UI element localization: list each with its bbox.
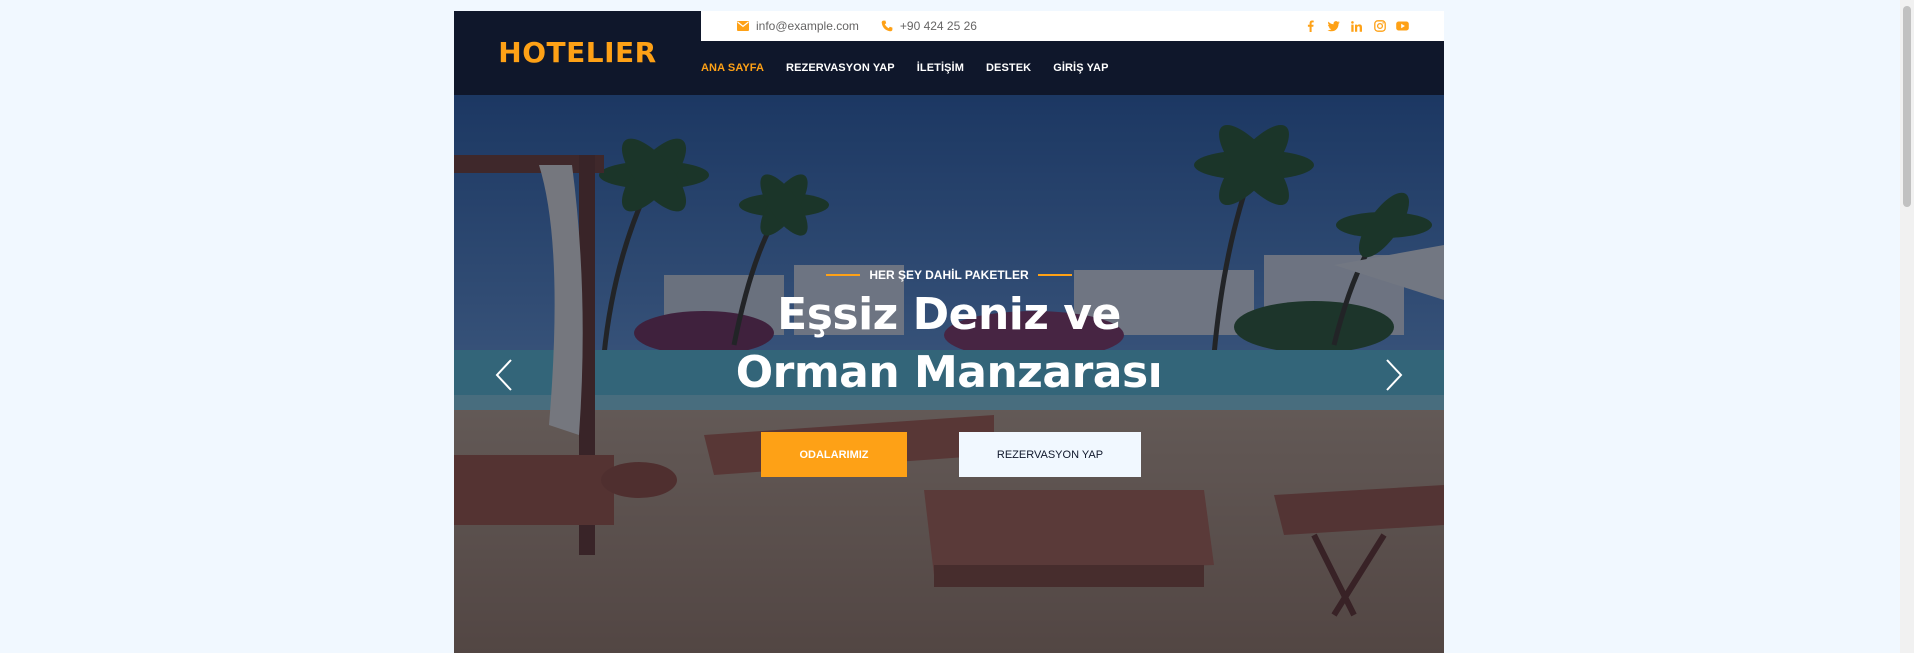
- hero-buttons: ODALARIMIZ REZERVASYON YAP: [454, 432, 1444, 477]
- eyebrow-line-right: [1037, 274, 1072, 276]
- hero-subtitle: HER ŞEY DAHİL PAKETLER: [869, 268, 1029, 282]
- social-links: [1304, 20, 1409, 33]
- hero-carousel: HER ŞEY DAHİL PAKETLER Eşsiz Deniz ve Or…: [454, 95, 1444, 653]
- main-navigation: ANA SAYFA REZERVASYON YAP İLETİŞİM DESTE…: [701, 41, 1444, 95]
- nav-item-ana-sayfa[interactable]: ANA SAYFA: [701, 62, 764, 74]
- eyebrow-line-left: [826, 274, 861, 276]
- email-text[interactable]: info@example.com: [756, 19, 859, 33]
- facebook-icon[interactable]: [1304, 20, 1317, 33]
- carousel-next-button[interactable]: [1382, 357, 1406, 393]
- hero-title-line-2: Orman Manzarası: [735, 347, 1163, 398]
- nav-item-destek[interactable]: DESTEK: [986, 62, 1031, 74]
- instagram-icon[interactable]: [1373, 20, 1386, 33]
- hero-title: Eşsiz Deniz ve Orman Manzarası: [454, 286, 1444, 402]
- scrollbar-thumb[interactable]: [1903, 6, 1911, 207]
- linkedin-icon[interactable]: [1350, 20, 1363, 33]
- chevron-right-icon: [1386, 359, 1403, 391]
- hero-caption: HER ŞEY DAHİL PAKETLER Eşsiz Deniz ve Or…: [454, 263, 1444, 402]
- rooms-button[interactable]: ODALARIMIZ: [761, 432, 907, 477]
- site-container: HOTELIER info@example.com +90 424 25 26: [454, 11, 1444, 653]
- hero-title-line-1: Eşsiz Deniz ve: [777, 289, 1121, 340]
- phone-text[interactable]: +90 424 25 26: [900, 19, 977, 33]
- chevron-left-icon: [495, 359, 512, 391]
- carousel-prev-button[interactable]: [492, 357, 516, 393]
- brand-block[interactable]: HOTELIER: [454, 11, 701, 95]
- top-info-bar: info@example.com +90 424 25 26: [701, 11, 1444, 41]
- twitter-icon[interactable]: [1327, 20, 1340, 33]
- brand-logo[interactable]: HOTELIER: [498, 36, 656, 69]
- phone-contact[interactable]: +90 424 25 26: [881, 19, 977, 33]
- hero-eyebrow: HER ŞEY DAHİL PAKETLER: [826, 268, 1072, 282]
- page-scrollbar[interactable]: [1900, 0, 1914, 653]
- nav-item-rezervasyon-yap[interactable]: REZERVASYON YAP: [786, 62, 895, 74]
- envelope-icon: [737, 21, 749, 31]
- nav-item-giris-yap[interactable]: GİRİŞ YAP: [1053, 62, 1108, 74]
- phone-icon: [881, 20, 893, 32]
- youtube-icon[interactable]: [1396, 20, 1409, 33]
- email-contact[interactable]: info@example.com: [737, 19, 859, 33]
- book-now-button[interactable]: REZERVASYON YAP: [959, 432, 1141, 477]
- nav-item-iletisim[interactable]: İLETİŞİM: [917, 62, 964, 74]
